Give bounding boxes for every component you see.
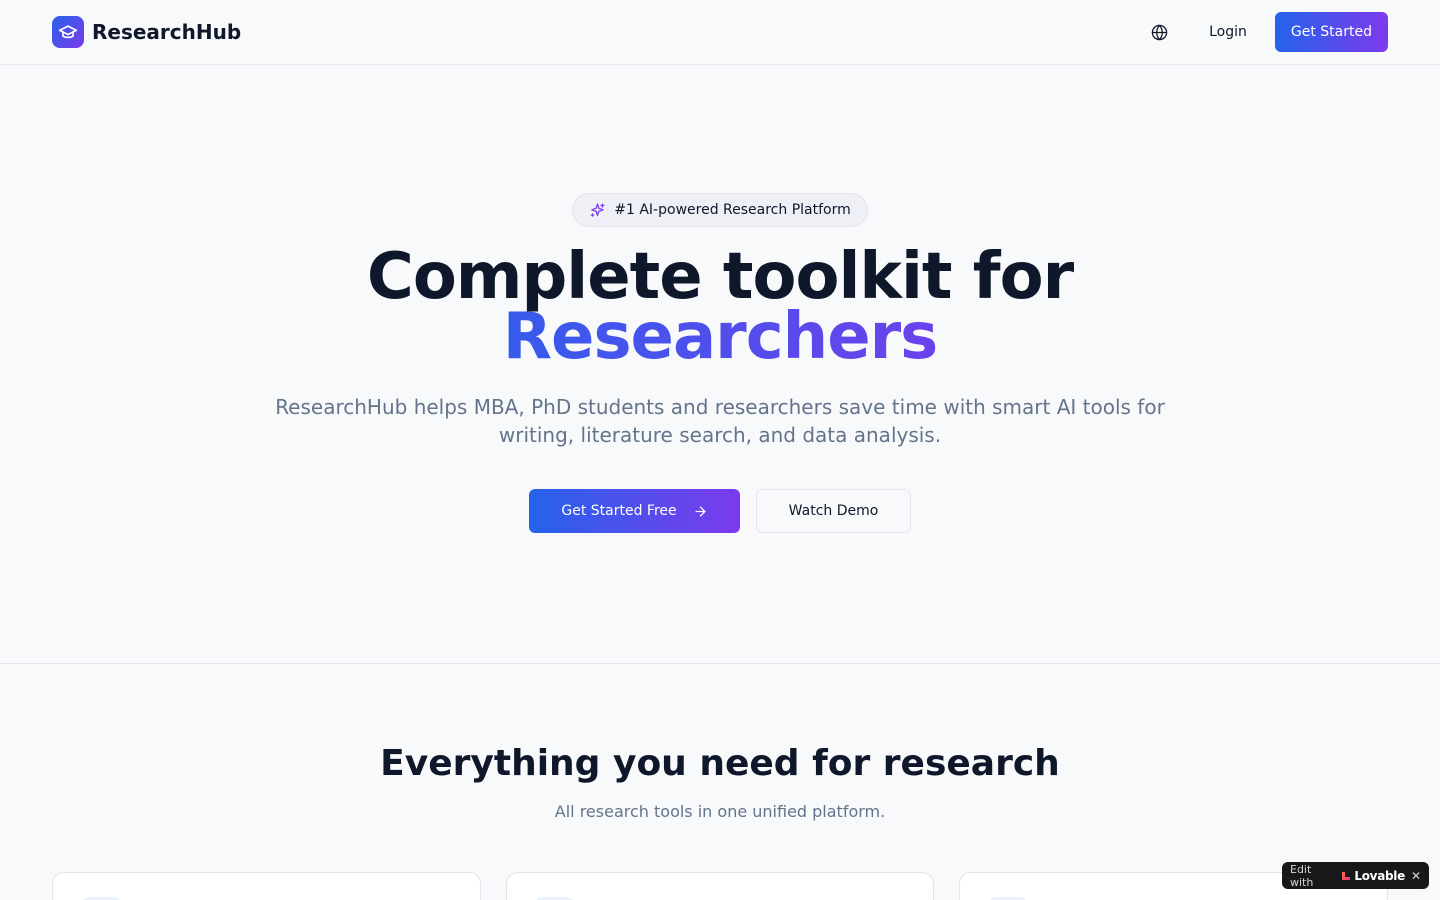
get-started-free-label: Get Started Free	[561, 503, 677, 519]
globe-icon	[1151, 24, 1167, 40]
features-title: Everything you need for research	[380, 743, 1060, 784]
lovable-edit-text: Edit with	[1290, 862, 1314, 889]
watch-demo-button[interactable]: Watch Demo	[756, 489, 911, 533]
login-link[interactable]: Login	[1193, 14, 1263, 50]
hero-title-highlight: Researchers	[367, 305, 1073, 369]
hero-section: #1 AI-powered Research Platform Complete…	[0, 65, 1440, 664]
cta-row: Get Started Free Watch Demo	[529, 489, 911, 533]
feature-cards	[52, 872, 1389, 900]
badge-text: #1 AI-powered Research Platform	[614, 202, 851, 218]
get-started-button[interactable]: Get Started	[1274, 12, 1388, 52]
hero-title-line1: Complete toolkit for	[366, 240, 1074, 314]
close-icon[interactable]: ✕	[1411, 869, 1421, 883]
arrow-right-icon	[695, 506, 706, 516]
brand-name: ResearchHub	[92, 20, 242, 44]
lovable-name: Lovable	[1354, 868, 1405, 883]
language-button[interactable]	[1141, 14, 1177, 50]
hero-subtitle: ResearchHub helps MBA, PhD students and …	[275, 395, 1165, 447]
lovable-heart-icon	[1342, 871, 1351, 880]
navbar: ResearchHub Login Get Started	[0, 0, 1440, 65]
feature-card	[52, 872, 481, 900]
feature-card	[505, 872, 935, 900]
lovable-brand: Lovable	[1341, 869, 1405, 883]
brand-link[interactable]: ResearchHub	[52, 16, 241, 48]
hero-title: Complete toolkit for Researchers	[366, 240, 1074, 369]
nav-actions: Login Get Started	[1141, 12, 1388, 52]
features-section: Everything you need for research All res…	[0, 664, 1440, 900]
graduation-cap-icon	[52, 16, 84, 48]
lovable-badge[interactable]: Edit with Lovable ✕	[1282, 862, 1429, 889]
sparkles-icon	[591, 202, 605, 217]
platform-badge: #1 AI-powered Research Platform	[572, 193, 868, 227]
get-started-free-button[interactable]: Get Started Free	[529, 489, 740, 533]
features-subtitle: All research tools in one unified platfo…	[554, 802, 886, 821]
